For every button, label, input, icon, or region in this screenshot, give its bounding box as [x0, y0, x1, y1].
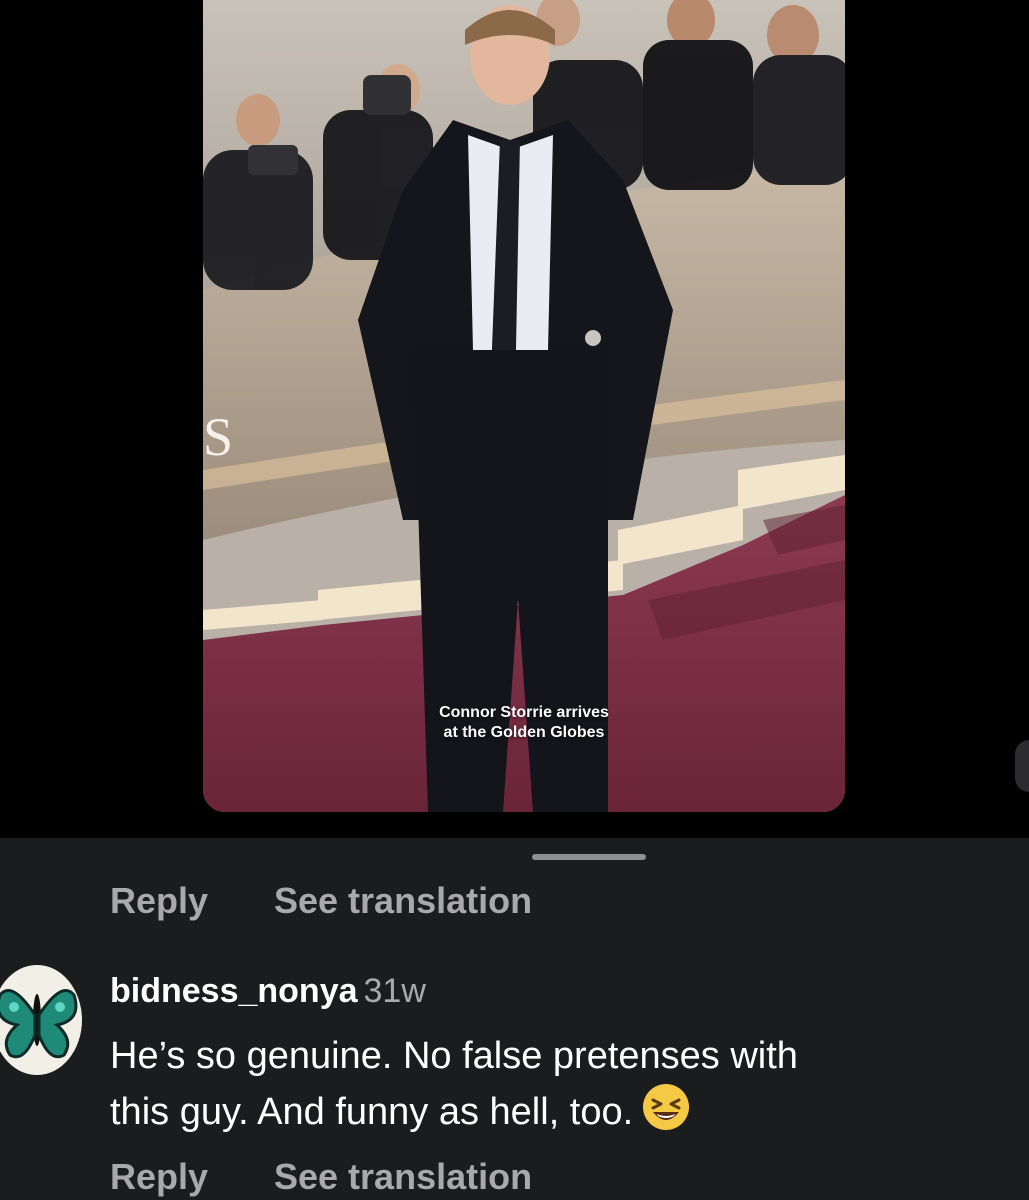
comment-timestamp: 31w: [363, 972, 426, 1010]
caption-line-2: at the Golden Globes: [443, 724, 605, 741]
see-translation-button[interactable]: See translation: [274, 1156, 532, 1198]
video-player[interactable]: S Connor Storrie arrives at the Golden G…: [203, 0, 845, 812]
video-frame: S: [203, 0, 845, 812]
comment-line-2: this guy. And funny as hell, too.: [110, 1082, 1010, 1138]
reply-button[interactable]: Reply: [110, 880, 208, 922]
see-translation-button[interactable]: See translation: [274, 880, 532, 922]
username-link[interactable]: bidness_nonya: [110, 972, 358, 1010]
butterfly-icon: [0, 989, 78, 1059]
screen: S Connor Storrie arrives at the Golden G…: [0, 0, 1029, 1200]
comment-header: bidness_nonya 31w: [110, 972, 426, 1011]
sheet-grabber[interactable]: [532, 854, 646, 860]
comment-line-2-text: this guy. And funny as hell, too.: [110, 1091, 634, 1133]
comments-sheet: Reply See translation bidness_nonya 31w H…: [0, 838, 1029, 1200]
side-scroll-handle[interactable]: [1015, 740, 1029, 792]
avatar[interactable]: [0, 965, 82, 1075]
caption-line-1: Connor Storrie arrives: [439, 704, 609, 721]
comment-line-1: He’s so genuine. No false pretenses with: [110, 1035, 798, 1077]
reply-button[interactable]: Reply: [110, 1156, 208, 1198]
comment-body: He’s so genuine. No false pretenses with…: [110, 1030, 1010, 1138]
laughing-face-emoji-icon: [643, 1084, 690, 1130]
wall-letter: S: [203, 407, 233, 467]
video-caption: Connor Storrie arrives at the Golden Glo…: [203, 703, 845, 743]
